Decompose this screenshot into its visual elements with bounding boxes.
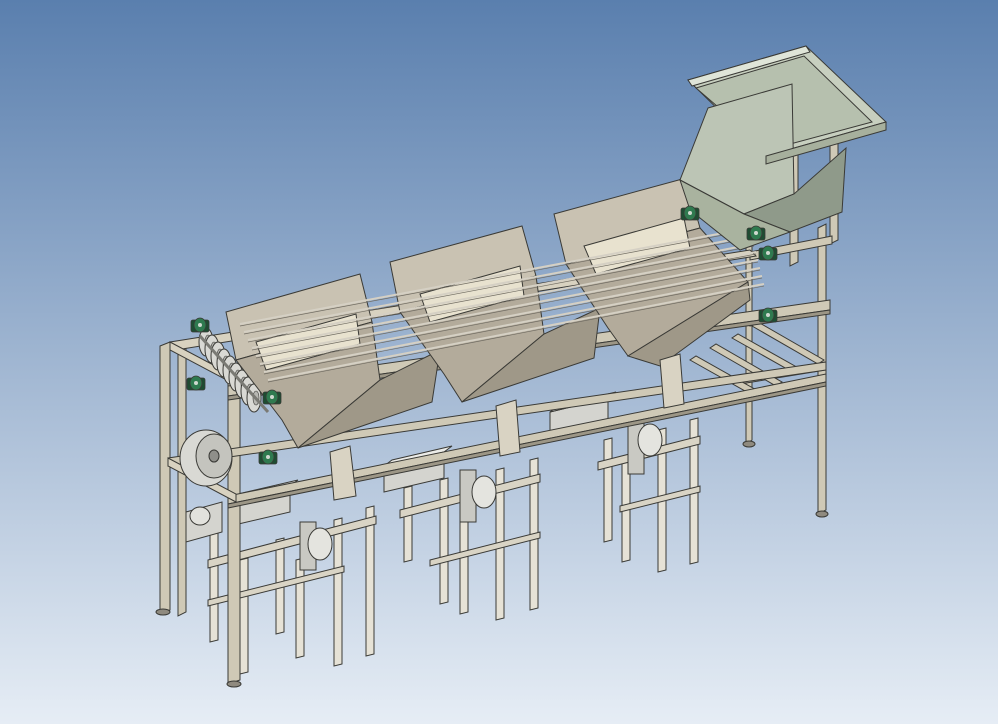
cad-viewport[interactable]: [0, 0, 998, 724]
bearing-block: [758, 307, 778, 323]
bearing-block: [746, 225, 766, 241]
bearing-block: [258, 449, 278, 465]
bearing-block: [190, 317, 210, 333]
machine-model[interactable]: [0, 0, 998, 724]
drive-pulley: [179, 429, 233, 487]
leveling-foot: [742, 440, 756, 448]
bearing-block: [680, 205, 700, 221]
leveling-foot: [815, 510, 829, 518]
leveling-foot: [155, 608, 171, 616]
bearing-block: [758, 245, 778, 261]
bearing-block: [262, 389, 282, 405]
bearing-block: [186, 375, 206, 391]
leveling-foot: [226, 680, 242, 688]
